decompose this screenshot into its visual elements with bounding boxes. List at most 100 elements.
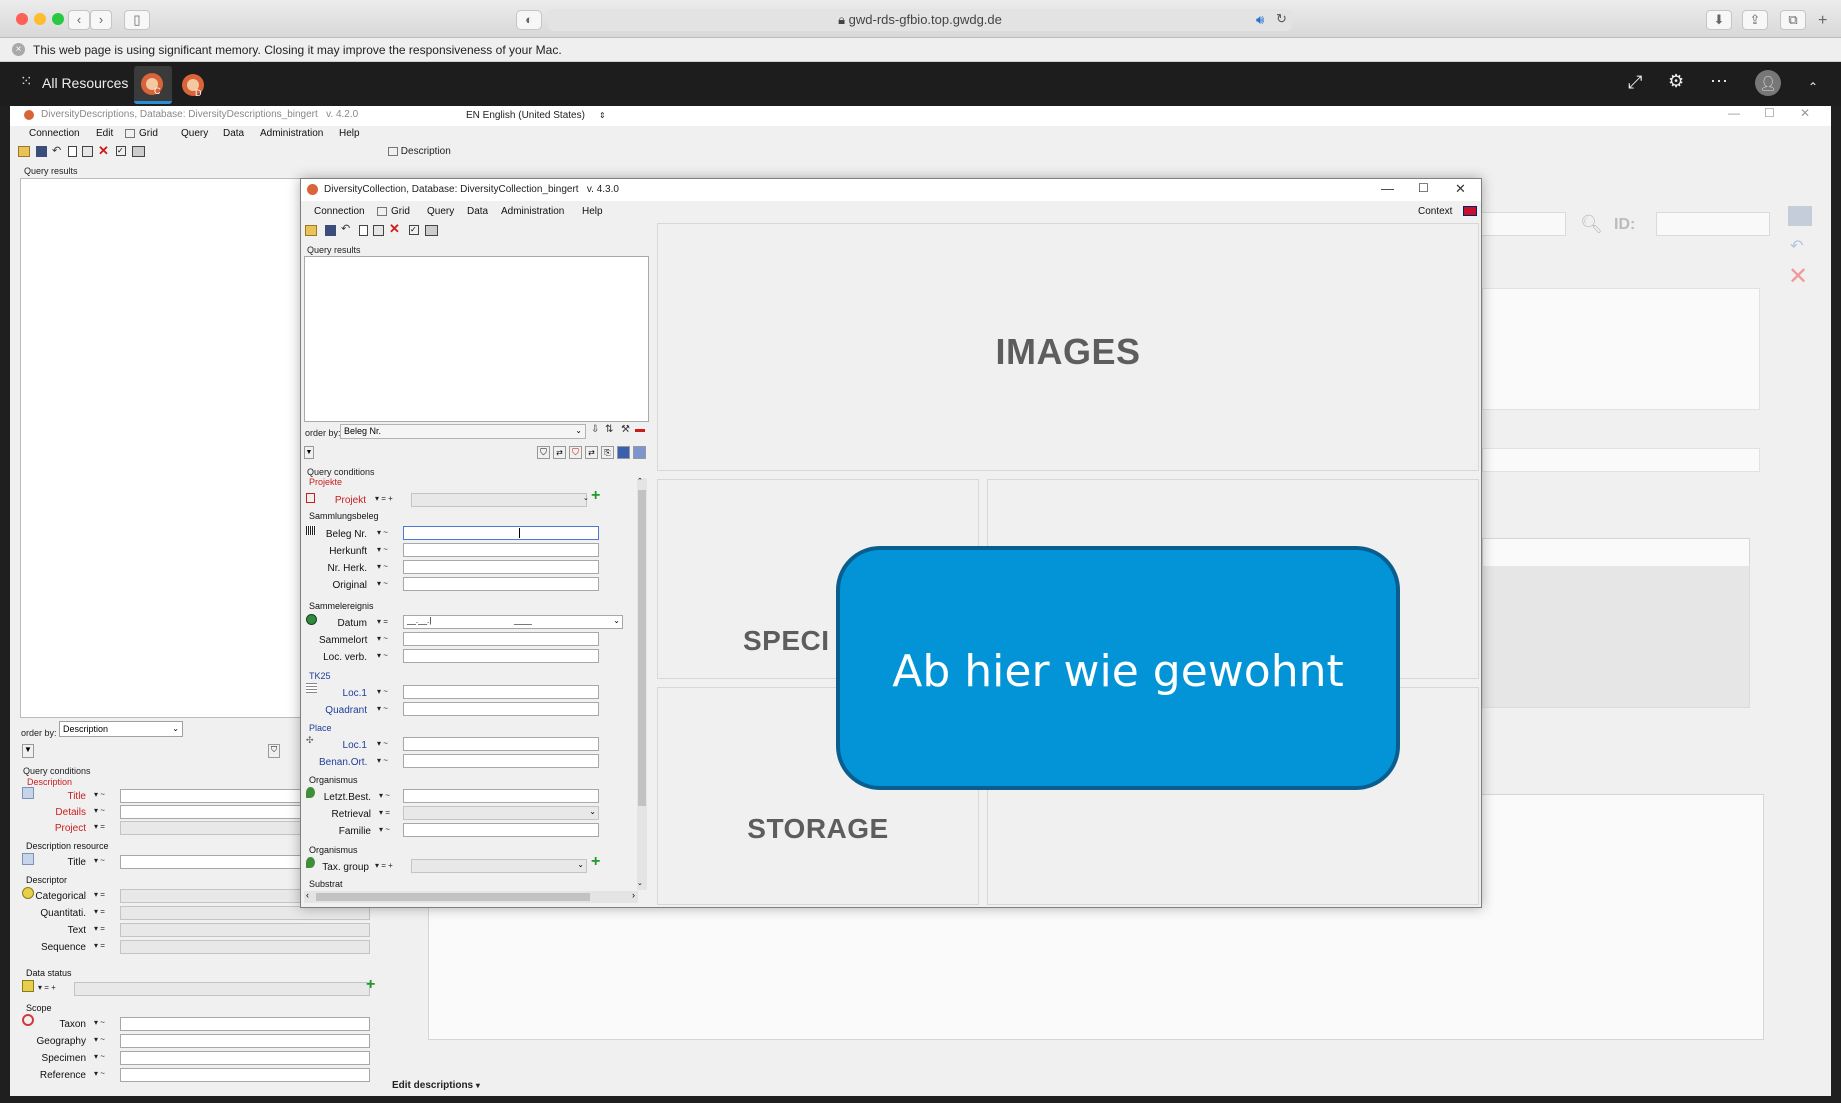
- edit-descriptions-button[interactable]: Edit descriptions ▾: [392, 1080, 480, 1091]
- dc-familie-input[interactable]: [403, 823, 599, 837]
- back-button[interactable]: ‹: [68, 10, 90, 30]
- dd-geography-input[interactable]: [120, 1034, 370, 1048]
- dc-conditions-scrollbar[interactable]: [637, 478, 647, 890]
- print-icon[interactable]: [132, 146, 145, 157]
- dc-nr-herk-input[interactable]: [403, 560, 599, 574]
- dd-quantitative-select[interactable]: [120, 906, 370, 920]
- dc-menu-administration[interactable]: Administration: [501, 206, 564, 217]
- dd-delete-icon[interactable]: ✕: [1788, 262, 1808, 291]
- audio-icon[interactable]: 🔊︎: [1256, 12, 1264, 28]
- dc-datum-operator[interactable]: ▾ =: [377, 617, 388, 626]
- dc-menu-data[interactable]: Data: [467, 206, 488, 217]
- dc-filter-clear-icon[interactable]: ⛉: [569, 446, 582, 459]
- dc-copy-icon[interactable]: [373, 225, 384, 236]
- dc-original-operator[interactable]: ▾ ~: [377, 579, 388, 588]
- dc-letzt-best-operator[interactable]: ▾ ~: [379, 791, 390, 800]
- dc-context-menu[interactable]: Context: [1418, 206, 1452, 217]
- dd-order-by-select[interactable]: Description ⌄: [59, 721, 183, 737]
- dc-loc1-place-operator[interactable]: ▾ ~: [377, 739, 388, 748]
- delete-icon[interactable]: ✕: [98, 143, 109, 159]
- dd-text-operator[interactable]: ▾ =: [94, 924, 105, 933]
- dd-res-title-operator[interactable]: ▾ ~: [94, 856, 105, 865]
- dc-new-document-icon[interactable]: [359, 225, 368, 236]
- dc-collapse-button[interactable]: ▼: [304, 446, 314, 459]
- dc-query-table-icon[interactable]: [633, 446, 646, 459]
- tabs-overview-icon[interactable]: ⧉: [1780, 10, 1806, 30]
- copy-icon[interactable]: [82, 146, 93, 157]
- dc-nr-herk-operator[interactable]: ▾ ~: [377, 562, 388, 571]
- dc-loc1-place-input[interactable]: [403, 737, 599, 751]
- dd-add-data-status-icon[interactable]: +: [366, 976, 375, 994]
- dc-retrieval-select[interactable]: ⌄: [403, 806, 599, 820]
- share-icon[interactable]: ⇪: [1742, 10, 1768, 30]
- dd-minimize-button[interactable]: —: [1728, 106, 1740, 120]
- dc-close-button[interactable]: ✕: [1455, 181, 1466, 197]
- dc-filter-icon[interactable]: ⛉: [537, 446, 550, 459]
- dc-herkunft-input[interactable]: [403, 543, 599, 557]
- new-document-icon[interactable]: [68, 146, 77, 157]
- language-selector[interactable]: EN English (United States) ⇕: [466, 110, 606, 121]
- dc-filter-options-icon[interactable]: ⇄: [585, 446, 598, 459]
- app-tab-collection[interactable]: C: [134, 66, 172, 104]
- dd-data-status-operator[interactable]: ▾ = +: [38, 983, 56, 992]
- checkbox-icon[interactable]: ✓: [116, 146, 126, 156]
- dc-minimize-button[interactable]: —: [1381, 181, 1394, 196]
- dd-specimen-operator[interactable]: ▾ ~: [94, 1052, 105, 1061]
- dc-order-by-select[interactable]: Beleg Nr. ⌄: [340, 424, 586, 439]
- open-folder-icon[interactable]: [18, 146, 30, 157]
- dd-project-select[interactable]: [120, 821, 310, 835]
- dd-close-button[interactable]: ✕: [1800, 106, 1810, 120]
- tab-description[interactable]: Description: [388, 146, 451, 157]
- dd-menu-grid[interactable]: Grid: [139, 128, 158, 139]
- dd-search-field[interactable]: [1480, 212, 1566, 236]
- dc-quadrant-operator[interactable]: ▾ ~: [377, 704, 388, 713]
- privacy-shield-icon[interactable]: ◐: [516, 10, 542, 30]
- dc-menu-grid[interactable]: Grid: [391, 206, 410, 217]
- close-window-button[interactable]: [16, 13, 28, 25]
- dd-title-operator[interactable]: ▾ ~: [94, 790, 105, 799]
- dc-tax-group-select[interactable]: ⌄: [411, 859, 587, 873]
- dc-beleg-nr-operator[interactable]: ▾ ~: [377, 528, 388, 537]
- close-icon[interactable]: ×: [12, 43, 25, 56]
- dc-beleg-nr-input[interactable]: [403, 526, 599, 540]
- scroll-up-icon[interactable]: ⌃: [637, 477, 643, 485]
- dd-id-field[interactable]: [1656, 212, 1770, 236]
- dd-menu-edit[interactable]: Edit: [96, 128, 113, 139]
- dc-original-input[interactable]: [403, 577, 599, 591]
- gear-icon[interactable]: ⚙: [1668, 71, 1684, 92]
- dc-herkunft-operator[interactable]: ▾ ~: [377, 545, 388, 554]
- dd-details-operator[interactable]: ▾ ~: [94, 806, 105, 815]
- dd-reference-input[interactable]: [120, 1068, 370, 1082]
- minimize-window-button[interactable]: [34, 13, 46, 25]
- new-tab-icon[interactable]: +: [1818, 12, 1827, 30]
- dc-loc-verb-input[interactable]: [403, 649, 599, 663]
- dc-benan-ort-operator[interactable]: ▾ ~: [377, 756, 388, 765]
- fullscreen-icon[interactable]: ⤢: [1628, 72, 1642, 93]
- reload-icon[interactable]: ↻: [1276, 11, 1287, 27]
- dd-taxon-operator[interactable]: ▾ ~: [94, 1018, 105, 1027]
- filter-icon[interactable]: ⛉: [268, 744, 280, 758]
- dd-menu-data[interactable]: Data: [223, 128, 244, 139]
- dd-text-field-2[interactable]: [1482, 448, 1760, 472]
- dd-menu-connection[interactable]: Connection: [29, 128, 80, 139]
- dc-loc1-tk-operator[interactable]: ▾ ~: [377, 687, 388, 696]
- dd-collapse-button[interactable]: ▼: [22, 744, 34, 758]
- dc-loc1-tk-input[interactable]: [403, 685, 599, 699]
- dd-menu-query[interactable]: Query: [181, 128, 208, 139]
- dc-menu-help[interactable]: Help: [582, 206, 603, 217]
- dc-benan-ort-input[interactable]: [403, 754, 599, 768]
- dc-query-list-icon[interactable]: [617, 446, 630, 459]
- sidebar-toggle-icon[interactable]: ▯: [124, 10, 150, 30]
- dc-delete-icon[interactable]: ✕: [389, 221, 400, 237]
- download-icon[interactable]: ⬇: [1706, 10, 1732, 30]
- all-resources-label[interactable]: All Resources: [42, 75, 128, 91]
- dc-menu-connection[interactable]: Connection: [314, 206, 365, 217]
- dc-sammelort-input[interactable]: [403, 632, 599, 646]
- dd-geography-operator[interactable]: ▾ ~: [94, 1035, 105, 1044]
- dd-details-input[interactable]: [120, 805, 310, 819]
- dd-categorical-operator[interactable]: ▾ =: [94, 890, 105, 899]
- dc-add-tax-group-icon[interactable]: +: [591, 853, 600, 871]
- dc-undo-icon[interactable]: ↶: [341, 222, 350, 235]
- sort-icon[interactable]: ⇅: [605, 424, 613, 435]
- dc-projekt-dropdown-icon[interactable]: ⌄: [583, 494, 589, 502]
